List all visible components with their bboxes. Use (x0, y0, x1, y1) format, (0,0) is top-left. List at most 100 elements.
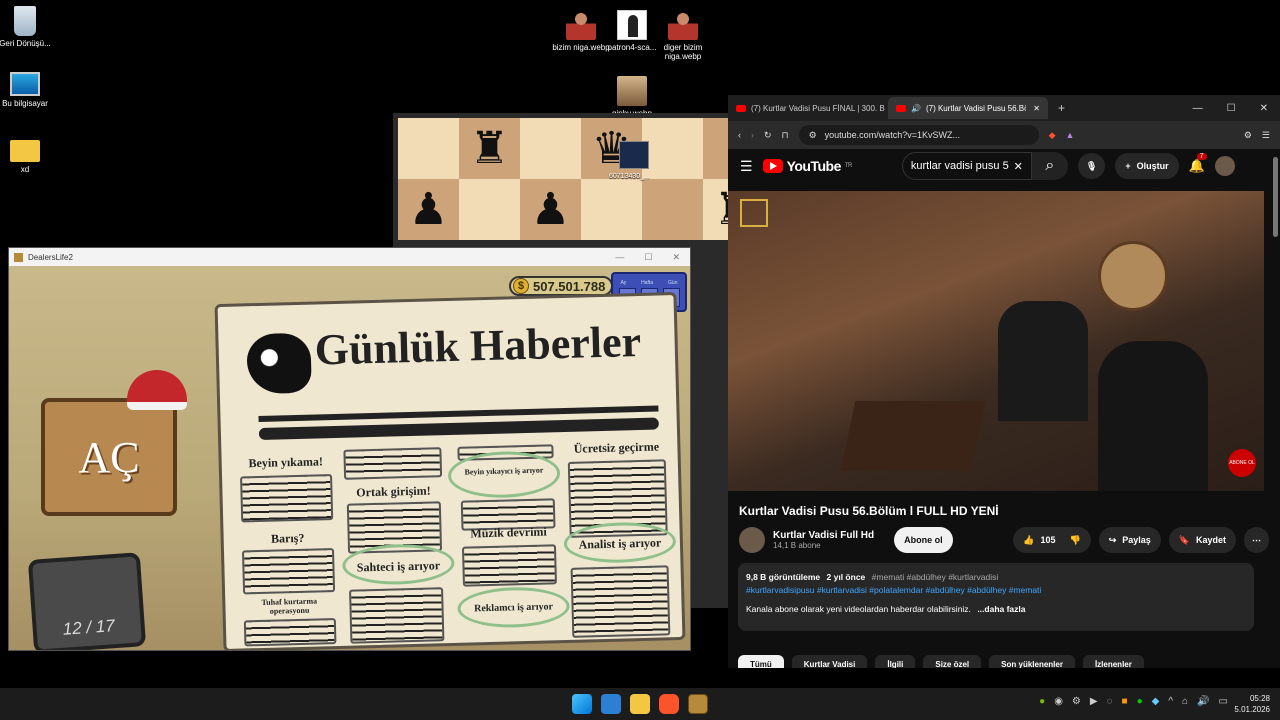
address-bar[interactable]: ⚙ youtube.com/watch?v=1KvSWZ... (798, 125, 1039, 145)
brave-shield-icon[interactable]: ◆ (1049, 130, 1056, 141)
chip-recent[interactable]: Son yüklenenler (989, 655, 1075, 668)
chip-kurtlar-vadisi[interactable]: Kurtlar Vadisi (791, 655, 868, 668)
channel-avatar[interactable] (739, 527, 765, 553)
item-counter[interactable]: 12 / 17 (27, 552, 147, 650)
desktop-file-thumbnail[interactable] (619, 141, 649, 169)
hamburger-menu-icon[interactable]: ☰ (740, 158, 753, 175)
tray-app-icon[interactable]: ◉ (1054, 696, 1063, 707)
chip-for-you[interactable]: Size özel (923, 655, 982, 668)
chess-square[interactable]: ♟ (398, 179, 459, 240)
site-info-icon[interactable]: ⚙ (809, 130, 817, 141)
news-heading[interactable]: Tuhaf kurtarma operasyonu (243, 596, 335, 616)
brave-browser-icon[interactable] (659, 694, 679, 714)
bookmark-icon[interactable]: ⊓ (782, 130, 789, 141)
desktop-icon-recycle-bin[interactable]: Geri Dönüşü... (0, 6, 55, 48)
desktop-icon-folder-xd[interactable]: xd (0, 140, 55, 174)
volume-icon[interactable]: 🔊 (1197, 696, 1209, 707)
chess-square[interactable]: ♟ (520, 179, 581, 240)
news-heading[interactable]: Ücretsiz geçirme (561, 439, 671, 457)
battery-icon[interactable]: ▭ (1219, 696, 1228, 707)
chess-square[interactable] (398, 118, 459, 179)
desktop-icon-giphy[interactable]: giphy.webp (602, 76, 662, 118)
dealerslife2-window[interactable]: DealersLife2 — ☐ ✕ AÇ 12 / 17 $ 507.501.… (8, 247, 691, 651)
more-actions-button[interactable]: ⋯ (1244, 527, 1269, 553)
video-player[interactable]: ABONE OL (728, 191, 1264, 491)
speaker-icon[interactable]: 🔊 (911, 104, 921, 113)
youtube-logo[interactable]: YouTube TR (762, 158, 852, 174)
nvidia-icon[interactable]: ● (1039, 696, 1045, 707)
notifications-button[interactable]: 🔔 7 (1189, 153, 1207, 174)
maximize-icon[interactable]: ☐ (1227, 103, 1236, 114)
hashtags[interactable]: #kurtlarvadisipusu #kurtlarvadisi #polat… (746, 584, 1246, 597)
window-titlebar[interactable]: DealersLife2 — ☐ ✕ (9, 248, 690, 266)
subscribe-button[interactable]: Abone ol (894, 527, 953, 553)
account-avatar[interactable] (1214, 156, 1235, 176)
browser-tab-active[interactable]: 🔊 (7) Kurtlar Vadisi Pusu 56.Bölü ✕ (888, 97, 1048, 119)
scrollbar[interactable] (1273, 157, 1278, 237)
news-article[interactable] (241, 548, 336, 595)
create-button[interactable]: + Oluştur (1115, 153, 1179, 179)
show-hidden-icons[interactable]: ^ (1168, 696, 1173, 707)
news-article[interactable] (461, 544, 557, 587)
file-explorer-icon[interactable] (630, 694, 650, 714)
subscribe-watermark[interactable]: ABONE OL (1228, 449, 1256, 477)
news-article[interactable] (243, 618, 337, 647)
browser-window[interactable]: (7) Kurtlar Vadisi Pusu FİNAL | 300. B 🔊… (728, 95, 1280, 668)
network-icon[interactable]: ⌂ (1182, 696, 1188, 707)
share-button[interactable]: ↪ Paylaş (1098, 527, 1161, 553)
search-button[interactable]: ⌕ (1031, 152, 1068, 180)
rewards-icon[interactable]: ▲ (1066, 130, 1075, 140)
tray-app-icon[interactable]: ◆ (1152, 696, 1160, 707)
dealerslife2-taskbar-icon[interactable] (688, 694, 708, 714)
extensions-icon[interactable]: ⚙ (1244, 130, 1252, 141)
forward-icon[interactable]: › (751, 130, 754, 140)
like-button[interactable]: 👍 105 👎 (1013, 527, 1091, 553)
thumbs-down-icon[interactable]: 👎 (1069, 535, 1080, 546)
tray-app-icon[interactable]: ▶ (1090, 696, 1098, 707)
desktop-icon-diger-bizim-niga[interactable]: diger bizim niga.webp (653, 10, 713, 61)
description-box[interactable]: 9,8 B görüntüleme 2 yıl önce #memati #ab… (738, 563, 1254, 631)
news-article[interactable] (240, 474, 334, 523)
tab-strip[interactable]: (7) Kurtlar Vadisi Pusu FİNAL | 300. B 🔊… (728, 95, 1280, 121)
news-article[interactable] (343, 447, 443, 480)
save-button[interactable]: 🔖 Kaydet (1168, 527, 1236, 553)
mic-button[interactable]: 🎙 (1077, 153, 1106, 179)
browser-tab[interactable]: (7) Kurtlar Vadisi Pusu FİNAL | 300. B (728, 97, 888, 119)
back-icon[interactable]: ‹ (738, 130, 741, 140)
news-heading[interactable]: Müzik devrimi (455, 524, 561, 542)
news-article[interactable] (570, 565, 671, 638)
chess-square[interactable] (581, 179, 642, 240)
hashtags[interactable]: #memati #abdülhey #kurtlarvadisi (872, 572, 999, 582)
open-button[interactable]: AÇ (41, 398, 177, 516)
chess-square[interactable] (520, 118, 581, 179)
show-more-link[interactable]: ...daha fazla (977, 604, 1025, 614)
tray-app-icon[interactable]: ■ (1122, 696, 1128, 707)
menu-icon[interactable]: ☰ (1262, 130, 1270, 141)
channel-name[interactable]: Kurtlar Vadisi Full Hd (773, 530, 874, 541)
news-heading[interactable]: Barış? (240, 530, 336, 548)
news-heading[interactable]: Ortak girişim! (344, 483, 442, 501)
chess-square[interactable] (642, 118, 703, 179)
reload-icon[interactable]: ↻ (764, 130, 772, 141)
maximize-icon[interactable]: ☐ (644, 252, 652, 263)
tray-app-icon[interactable]: ● (1137, 696, 1143, 707)
chess-square[interactable] (642, 179, 703, 240)
job-ad-advertiser[interactable]: Reklamcı iş arıyor (457, 585, 571, 629)
clock[interactable]: 05:28 5.01.2026 (1234, 693, 1270, 715)
chip-all[interactable]: Tümü (738, 655, 784, 668)
steam-icon[interactable]: ⚙ (1072, 696, 1081, 707)
search-input[interactable]: kurtlar vadisi pusu 5 ✕ (901, 152, 1032, 180)
close-icon[interactable]: ✕ (672, 252, 680, 263)
close-tab-icon[interactable]: ✕ (1033, 104, 1040, 113)
clear-search-icon[interactable]: ✕ (1014, 160, 1023, 173)
chess-square[interactable]: ♜ (459, 118, 520, 179)
news-heading[interactable]: Beyin yıkama! (238, 454, 334, 472)
start-windows-icon[interactable] (572, 694, 592, 714)
newspaper[interactable]: Günlük Haberler Beyin yıkama! Ortak giri… (214, 292, 686, 650)
chess-square[interactable] (459, 179, 520, 240)
chip-related[interactable]: İlgili (875, 655, 916, 668)
new-tab-button[interactable]: + (1058, 101, 1065, 115)
desktop-icon-this-pc[interactable]: Bu bilgisayar (0, 72, 55, 108)
minimize-icon[interactable]: — (1193, 103, 1203, 114)
minimize-icon[interactable]: — (615, 252, 624, 263)
